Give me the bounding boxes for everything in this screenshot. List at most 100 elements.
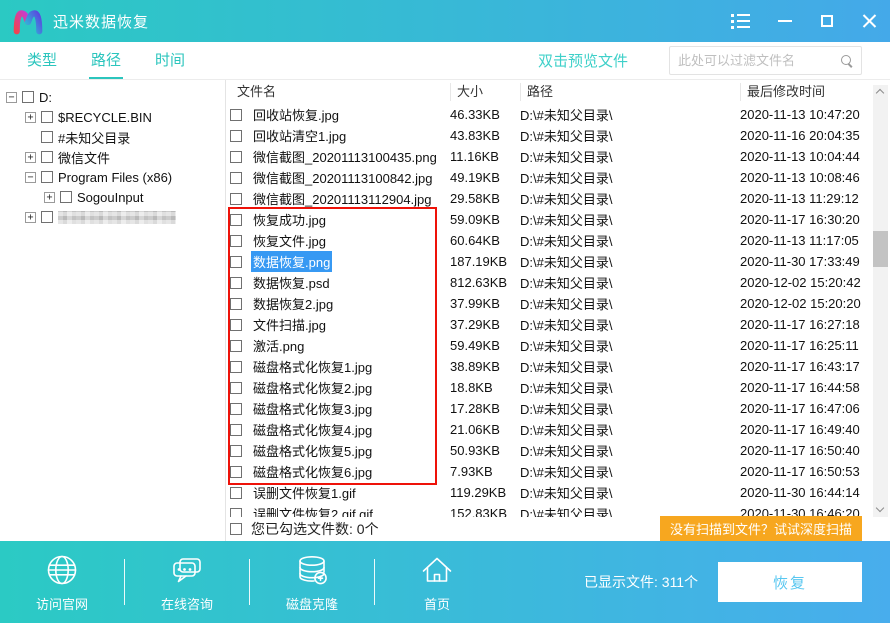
close-icon[interactable] [862,14,876,28]
row-checkbox[interactable] [230,361,242,373]
column-header-1[interactable]: 大小 [450,83,520,101]
deep-scan-button[interactable]: 没有扫描到文件？试试深度扫描 [660,516,862,541]
row-checkbox[interactable] [230,172,242,184]
recover-button[interactable]: 恢复 [718,562,862,602]
tree-checkbox[interactable] [22,91,34,103]
row-checkbox[interactable] [230,424,242,436]
file-name: 文件扫描.jpg [251,314,328,335]
file-mtime: 2020-11-17 16:47:06 [740,401,890,416]
row-checkbox[interactable] [230,298,242,310]
file-name: 磁盘格式化恢复6.jpg [251,461,374,482]
file-list-panel: 文件名大小路径最后修改时间 回收站恢复.jpg46.33KBD:\#未知父目录\… [226,80,890,541]
table-row[interactable]: 数据恢复.png187.19KBD:\#未知父目录\2020-11-30 17:… [226,251,890,272]
row-checkbox[interactable] [230,109,242,121]
table-row[interactable]: 数据恢复2.jpg37.99KBD:\#未知父目录\2020-12-02 15:… [226,293,890,314]
file-size: 43.83KB [450,128,520,143]
tree-item[interactable]: +$RECYCLE.BIN [0,107,225,127]
vertical-scrollbar[interactable] [873,85,888,517]
row-checkbox[interactable] [230,130,242,142]
column-header-2[interactable]: 路径 [520,83,740,101]
file-path: D:\#未知父目录\ [520,378,740,397]
file-size: 59.49KB [450,338,520,353]
row-checkbox[interactable] [230,508,242,518]
column-header-3[interactable]: 最后修改时间 [740,83,890,101]
file-path: D:\#未知父目录\ [520,294,740,313]
table-row[interactable]: 文件扫描.jpg37.29KBD:\#未知父目录\2020-11-17 16:2… [226,314,890,335]
table-row[interactable]: 磁盘格式化恢复4.jpg21.06KBD:\#未知父目录\2020-11-17 … [226,419,890,440]
expand-icon[interactable]: + [25,112,36,123]
nav-item-1[interactable]: 在线咨询 [125,541,249,623]
table-row[interactable]: 微信截图_20201113100842.jpg49.19KBD:\#未知父目录\… [226,167,890,188]
tree-item[interactable]: +微信文件 [0,147,225,167]
table-row[interactable]: 回收站恢复.jpg46.33KBD:\#未知父目录\2020-11-13 10:… [226,104,890,125]
nav-item-2[interactable]: 磁盘克隆 [250,541,374,623]
table-row[interactable]: 恢复成功.jpg59.09KBD:\#未知父目录\2020-11-17 16:3… [226,209,890,230]
row-checkbox[interactable] [230,382,242,394]
tree-checkbox[interactable] [41,171,53,183]
column-header-0[interactable]: 文件名 [226,83,450,101]
maximize-icon[interactable] [820,14,834,28]
table-row[interactable]: 磁盘格式化恢复2.jpg18.8KBD:\#未知父目录\2020-11-17 1… [226,377,890,398]
row-checkbox[interactable] [230,487,242,499]
tab-type[interactable]: 类型 [25,42,59,79]
table-row[interactable]: 激活.png59.49KBD:\#未知父目录\2020-11-17 16:25:… [226,335,890,356]
nav-item-3[interactable]: 首页 [375,541,499,623]
file-size: 50.93KB [450,443,520,458]
tree-item[interactable]: +SogouInput [0,187,225,207]
minimize-icon[interactable] [778,14,792,28]
tree-item[interactable]: #未知父目录 [0,127,225,147]
table-row[interactable]: 磁盘格式化恢复1.jpg38.89KBD:\#未知父目录\2020-11-17 … [226,356,890,377]
table-row[interactable]: 恢复文件.jpg60.64KBD:\#未知父目录\2020-11-13 11:1… [226,230,890,251]
row-checkbox[interactable] [230,214,242,226]
table-row[interactable]: 回收站清空1.jpg43.83KBD:\#未知父目录\2020-11-16 20… [226,125,890,146]
file-path: D:\#未知父目录\ [520,126,740,145]
tab-time[interactable]: 时间 [153,42,187,79]
file-name: 数据恢复.psd [251,272,332,293]
chat-icon [169,552,205,588]
table-row[interactable]: 微信截图_20201113112904.jpg29.58KBD:\#未知父目录\… [226,188,890,209]
tree-checkbox[interactable] [41,111,53,123]
table-row[interactable]: 磁盘格式化恢复3.jpg17.28KBD:\#未知父目录\2020-11-17 … [226,398,890,419]
row-checkbox[interactable] [230,319,242,331]
app-logo-icon [10,6,46,36]
table-row[interactable]: 微信截图_20201113100435.png11.16KBD:\#未知父目录\… [226,146,890,167]
scroll-down-icon[interactable] [873,502,888,517]
table-row[interactable]: 磁盘格式化恢复5.jpg50.93KBD:\#未知父目录\2020-11-17 … [226,440,890,461]
row-checkbox[interactable] [230,151,242,163]
scroll-up-icon[interactable] [873,85,888,100]
scrollbar-thumb[interactable] [873,231,888,267]
row-checkbox[interactable] [230,277,242,289]
expand-icon[interactable]: + [44,192,55,203]
table-row[interactable]: 误删文件恢复1.gif119.29KBD:\#未知父目录\2020-11-30 … [226,482,890,503]
tab-path[interactable]: 路径 [89,42,123,79]
table-row[interactable]: 数据恢复.psd812.63KBD:\#未知父目录\2020-12-02 15:… [226,272,890,293]
tree-item[interactable]: + [0,207,225,227]
expand-icon[interactable]: + [25,152,36,163]
tree-checkbox[interactable] [60,191,72,203]
tree-checkbox[interactable] [41,131,53,143]
row-checkbox[interactable] [230,445,242,457]
tree-checkbox[interactable] [41,151,53,163]
expand-icon[interactable]: + [25,212,36,223]
table-row[interactable]: 磁盘格式化恢复6.jpg7.93KBD:\#未知父目录\2020-11-17 1… [226,461,890,482]
search-icon[interactable] [841,55,853,67]
row-checkbox[interactable] [230,235,242,247]
file-mtime: 2020-11-17 16:27:18 [740,317,890,332]
collapse-icon[interactable]: − [25,172,36,183]
row-checkbox[interactable] [230,466,242,478]
tree-item[interactable]: −Program Files (x86) [0,167,225,187]
row-checkbox[interactable] [230,403,242,415]
tree-checkbox[interactable] [41,211,53,223]
select-all-checkbox[interactable] [230,523,242,535]
row-checkbox[interactable] [230,256,242,268]
file-size: 187.19KB [450,254,520,269]
row-checkbox[interactable] [230,340,242,352]
list-menu-icon[interactable] [731,14,750,29]
search-input[interactable] [678,53,841,68]
row-checkbox[interactable] [230,193,242,205]
tree-item[interactable]: −D: [0,87,225,107]
file-path: D:\#未知父目录\ [520,231,740,250]
collapse-icon[interactable]: − [6,92,17,103]
table-row[interactable]: 误删文件恢复2.gif.gif152.83KBD:\#未知父目录\2020-11… [226,503,890,517]
nav-item-0[interactable]: 访问官网 [0,541,124,623]
